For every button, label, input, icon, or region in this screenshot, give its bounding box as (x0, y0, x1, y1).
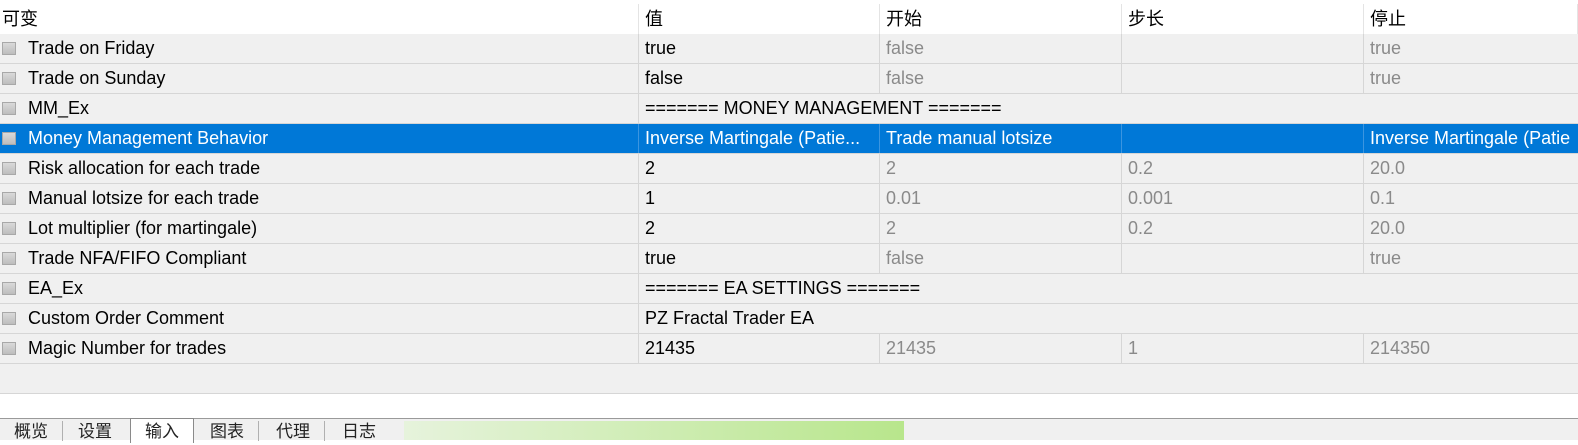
tab-agents[interactable]: 代理 (262, 421, 325, 441)
start-cell[interactable]: Trade manual lotsize (880, 124, 1122, 153)
table-header: 可变 值 开始 步长 停止 (0, 4, 1578, 34)
optimize-checkbox[interactable] (2, 162, 16, 175)
step-cell[interactable]: 0.2 (1122, 214, 1364, 243)
start-cell[interactable]: false (880, 64, 1122, 93)
name-cell: Trade on Friday (0, 34, 639, 63)
start-cell[interactable]: 2 (880, 214, 1122, 243)
parameter-name: EA_Ex (28, 278, 84, 298)
stop-cell[interactable]: 20.0 (1364, 154, 1578, 183)
start-cell[interactable]: 21435 (880, 334, 1122, 363)
value-cell[interactable]: 2 (639, 214, 880, 243)
name-cell: Manual lotsize for each trade (0, 184, 639, 213)
name-cell: MM_Ex (0, 94, 639, 123)
section-value-cell[interactable]: ======= EA SETTINGS ======= (639, 274, 1578, 303)
table-row[interactable]: Lot multiplier (for martingale) 2 2 0.2 … (0, 214, 1578, 244)
name-cell: Custom Order Comment (0, 304, 639, 333)
optimize-checkbox[interactable] (2, 72, 16, 85)
table-row[interactable]: Manual lotsize for each trade 1 0.01 0.0… (0, 184, 1578, 214)
parameter-name: Trade on Sunday (28, 68, 166, 88)
step-cell[interactable] (1122, 34, 1364, 63)
step-cell[interactable] (1122, 244, 1364, 273)
table-row[interactable]: Magic Number for trades 21435 21435 1 21… (0, 334, 1578, 364)
name-cell: Risk allocation for each trade (0, 154, 639, 183)
tab-overview[interactable]: 概览 (0, 421, 63, 441)
value-cell[interactable]: true (639, 34, 880, 63)
optimize-checkbox[interactable] (2, 192, 16, 205)
stop-cell[interactable]: 214350 (1364, 334, 1578, 363)
name-cell: EA_Ex (0, 274, 639, 303)
parameter-name: MM_Ex (28, 98, 90, 118)
table-row[interactable]: Trade on Friday true false true (0, 34, 1578, 64)
name-cell: Trade on Sunday (0, 64, 639, 93)
parameter-name: Manual lotsize for each trade (28, 188, 260, 208)
column-header-step[interactable]: 步长 (1122, 4, 1364, 34)
column-header-start[interactable]: 开始 (880, 4, 1122, 34)
column-header-variable[interactable]: 可变 (0, 4, 639, 34)
parameter-name: Custom Order Comment (28, 308, 225, 328)
section-value-cell[interactable]: ======= MONEY MANAGEMENT ======= (639, 94, 1578, 123)
parameter-name: Trade on Friday (28, 38, 155, 58)
start-cell[interactable]: false (880, 34, 1122, 63)
table-row[interactable]: EA_Ex ======= EA SETTINGS ======= (0, 274, 1578, 304)
name-cell: Lot multiplier (for martingale) (0, 214, 639, 243)
bottom-tab-bar: 概览 设置 输入 图表 代理 日志 (0, 418, 1578, 443)
table-row[interactable]: Trade NFA/FIFO Compliant true false true (0, 244, 1578, 274)
stop-cell[interactable]: 20.0 (1364, 214, 1578, 243)
optimize-checkbox[interactable] (2, 252, 16, 265)
parameter-name: Lot multiplier (for martingale) (28, 218, 258, 238)
table-row[interactable]: Custom Order Comment PZ Fractal Trader E… (0, 304, 1578, 334)
optimize-checkbox[interactable] (2, 132, 16, 145)
value-cell[interactable]: 21435 (639, 334, 880, 363)
table-row[interactable]: Trade on Sunday false false true (0, 64, 1578, 94)
name-cell: Money Management Behavior (0, 124, 639, 153)
step-cell[interactable]: 0.001 (1122, 184, 1364, 213)
name-cell: Magic Number for trades (0, 334, 639, 363)
step-cell[interactable] (1122, 64, 1364, 93)
start-cell[interactable]: 2 (880, 154, 1122, 183)
stop-cell[interactable]: true (1364, 244, 1578, 273)
value-cell[interactable]: Inverse Martingale (Patie... (639, 124, 880, 153)
parameter-name: Magic Number for trades (28, 338, 227, 358)
empty-row (0, 364, 1578, 394)
tab-graph[interactable]: 图表 (196, 421, 259, 441)
stop-cell[interactable]: 0.1 (1364, 184, 1578, 213)
start-cell[interactable]: false (880, 244, 1122, 273)
parameters-table: Trade on Friday true false true Trade on… (0, 34, 1578, 394)
value-cell[interactable]: PZ Fractal Trader EA (639, 304, 1578, 333)
optimize-checkbox[interactable] (2, 282, 16, 295)
value-cell[interactable]: 1 (639, 184, 880, 213)
step-cell[interactable]: 0.2 (1122, 154, 1364, 183)
table-row[interactable]: Risk allocation for each trade 2 2 0.2 2… (0, 154, 1578, 184)
name-cell: Trade NFA/FIFO Compliant (0, 244, 639, 273)
table-row-selected[interactable]: Money Management Behavior Inverse Martin… (0, 124, 1578, 154)
tab-inputs[interactable]: 输入 (130, 418, 194, 443)
optimize-checkbox[interactable] (2, 222, 16, 235)
column-header-stop[interactable]: 停止 (1364, 4, 1578, 34)
parameter-name: Risk allocation for each trade (28, 158, 261, 178)
optimize-checkbox[interactable] (2, 42, 16, 55)
stop-cell[interactable]: true (1364, 64, 1578, 93)
stop-cell[interactable]: true (1364, 34, 1578, 63)
start-cell[interactable]: 0.01 (880, 184, 1122, 213)
tab-journal[interactable]: 日志 (328, 421, 390, 441)
optimize-checkbox[interactable] (2, 342, 16, 355)
column-header-value[interactable]: 值 (639, 4, 880, 34)
value-cell[interactable]: 2 (639, 154, 880, 183)
tab-settings[interactable]: 设置 (64, 421, 126, 441)
value-cell[interactable]: false (639, 64, 880, 93)
parameter-name: Trade NFA/FIFO Compliant (28, 248, 247, 268)
stop-cell[interactable]: Inverse Martingale (Patie (1364, 124, 1578, 153)
step-cell[interactable] (1122, 124, 1364, 153)
value-cell[interactable]: true (639, 244, 880, 273)
optimize-checkbox[interactable] (2, 102, 16, 115)
parameter-name: Money Management Behavior (28, 128, 269, 148)
progress-bar (404, 421, 904, 440)
table-row[interactable]: MM_Ex ======= MONEY MANAGEMENT ======= (0, 94, 1578, 124)
step-cell[interactable]: 1 (1122, 334, 1364, 363)
optimize-checkbox[interactable] (2, 312, 16, 325)
